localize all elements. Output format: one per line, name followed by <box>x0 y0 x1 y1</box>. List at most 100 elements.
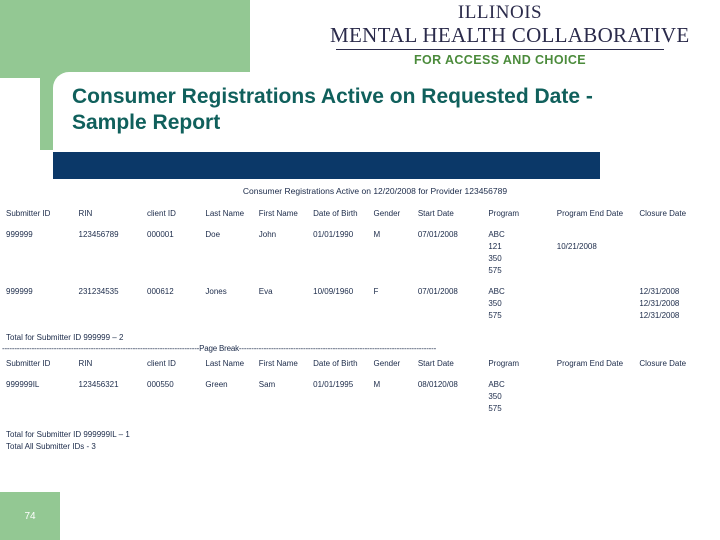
cell-closure-date-list-item <box>639 403 720 415</box>
cell-program-list: ABC 350 575 <box>488 286 556 322</box>
page-title: Consumer Registrations Active on Request… <box>72 85 593 134</box>
column-header-start-date: Start Date <box>417 359 454 368</box>
cell-program-end-date-list-item <box>557 298 640 310</box>
cell-program-list: ABC 350 575 <box>488 379 556 415</box>
table-body-section-1: 999999 123456789 000001 Doe John 01/01/1990 M 0… <box>0 229 720 322</box>
column-header-program-end-date: Program End Date <box>556 359 624 368</box>
slide-page-number: 74 <box>0 492 60 540</box>
cell-program-list-item: 575 <box>488 266 502 275</box>
report-body: Consumer Registrations Active on 12/20/2… <box>0 186 720 453</box>
cell-program-list-item: 350 <box>488 254 502 263</box>
cell-client-id: 000001 <box>147 230 174 239</box>
column-header-client-id: client ID <box>147 359 176 368</box>
cell-program-end-date-list-item <box>557 229 640 241</box>
cell-closure-date-list: 12/31/2008 12/31/2008 12/31/2008 <box>639 286 720 322</box>
cell-date-of-birth: 10/09/1960 <box>313 287 354 296</box>
table-header-row: Submitter ID RIN client ID Last Name Fir… <box>0 359 720 379</box>
cell-closure-date-list-item <box>639 229 720 241</box>
cell-program-list: ABC 121 350 575 <box>488 229 556 277</box>
column-header-last-name: Last Name <box>205 209 245 218</box>
cell-closure-date-list-item: 12/31/2008 <box>639 299 680 308</box>
column-header-rin: RIN <box>78 209 93 218</box>
cell-closure-date-list-item <box>639 379 720 391</box>
cell-last-name: Jones <box>205 287 227 296</box>
column-header-program: Program <box>488 359 519 368</box>
cell-program-end-date-list-item <box>557 379 640 391</box>
column-header-gender: Gender <box>373 209 401 218</box>
column-header-rin: RIN <box>78 359 93 368</box>
cell-program-list-item: ABC <box>488 230 505 239</box>
cell-gender: M <box>373 230 381 239</box>
cell-program-end-date-list-item <box>557 265 640 277</box>
grand-total: Total All Submitter IDs - 3 <box>6 442 96 451</box>
section-1-total: Total for Submitter ID 999999 – 2 <box>6 333 124 342</box>
cell-program-list-item: ABC <box>488 287 505 296</box>
cell-rin: 231234535 <box>78 287 119 296</box>
column-header-client-id: client ID <box>147 209 176 218</box>
column-header-first-name: First Name <box>258 359 298 368</box>
cell-gender: F <box>373 287 379 296</box>
column-header-closure-date: Closure Date <box>639 209 687 218</box>
organization-logo: ILLINOIS MENTAL HEALTH COLLABORATIVE FOR… <box>330 2 690 67</box>
cell-first-name: Eva <box>258 287 273 296</box>
cell-closure-date-list-item <box>639 391 720 403</box>
cell-program-end-date-list <box>557 379 640 415</box>
cell-last-name: Green <box>205 380 228 389</box>
cell-program-end-date-list-item: 10/21/2008 <box>556 242 597 251</box>
cell-program-end-date-list-item <box>557 253 640 265</box>
report-subtitle: Consumer Registrations Active on 12/20/2… <box>242 186 508 196</box>
cell-closure-date-list-item <box>639 265 720 277</box>
cell-rin: 123456321 <box>78 380 119 389</box>
cell-program-end-date-list <box>557 286 640 322</box>
column-header-submitter-id: Submitter ID <box>6 359 51 368</box>
cell-program-list-item: 575 <box>488 311 502 320</box>
cell-program-list-item: 575 <box>488 404 502 413</box>
cell-program-end-date-list-item <box>557 403 640 415</box>
column-header-date-of-birth: Date of Birth <box>313 359 358 368</box>
column-header-first-name: First Name <box>258 209 298 218</box>
cell-closure-date-list-item <box>639 241 720 253</box>
table-body-section-2: 999999IL 123456321 000550 Green Sam 01/01/199… <box>0 379 720 415</box>
cell-date-of-birth: 01/01/1990 <box>313 230 354 239</box>
cell-rin: 123456789 <box>78 230 119 239</box>
logo-line-illinois: ILLINOIS <box>457 2 543 23</box>
column-header-program-end-date: Program End Date <box>556 209 624 218</box>
cell-last-name: Doe <box>205 230 221 239</box>
spacer-cell <box>0 277 720 286</box>
cell-client-id: 000550 <box>147 380 174 389</box>
cell-program-end-date-list-item <box>557 391 640 403</box>
cell-program-end-date-list-item <box>557 310 640 322</box>
report-table-section-1: Submitter ID RIN client ID Last Name Fir… <box>0 209 720 322</box>
column-header-gender: Gender <box>373 359 401 368</box>
cell-start-date: 08/0120/08 <box>417 380 458 389</box>
column-header-date-of-birth: Date of Birth <box>313 209 358 218</box>
logo-line-collaborative: MENTAL HEALTH COLLABORATIVE <box>330 23 690 47</box>
header-green-block <box>0 0 250 78</box>
cell-program-end-date-list: 10/21/2008 <box>557 229 640 277</box>
page-break-separator: ----------------------------------------… <box>2 344 437 353</box>
cell-closure-date-list-item <box>639 253 720 265</box>
table-row: 999999 123456789 000001 Doe John 01/01/1990 M 0… <box>0 229 720 277</box>
cell-program-list-item: 350 <box>488 392 502 401</box>
table-row-spacer <box>0 277 720 286</box>
cell-submitter-id: 999999 <box>6 230 33 239</box>
column-header-start-date: Start Date <box>417 209 454 218</box>
cell-program-list-item: 350 <box>488 299 502 308</box>
column-header-last-name: Last Name <box>205 359 245 368</box>
report-table-section-2: Submitter ID RIN client ID Last Name Fir… <box>0 359 720 415</box>
cell-first-name: John <box>258 230 277 239</box>
section-2-total: Total for Submitter ID 999999IL – 1 <box>6 430 130 439</box>
column-header-closure-date: Closure Date <box>639 359 687 368</box>
cell-gender: M <box>373 380 381 389</box>
cell-start-date: 07/01/2008 <box>417 230 458 239</box>
column-header-program: Program <box>488 209 519 218</box>
cell-program-end-date-list-item <box>557 286 640 298</box>
cell-program-list-item: 121 <box>488 242 502 251</box>
table-row: 999999IL 123456321 000550 Green Sam 01/01/199… <box>0 379 720 415</box>
column-header-submitter-id: Submitter ID <box>6 209 51 218</box>
cell-closure-date-list-item: 12/31/2008 <box>639 311 680 320</box>
table-header-row: Submitter ID RIN client ID Last Name Fir… <box>0 209 720 229</box>
cell-first-name: Sam <box>258 380 276 389</box>
